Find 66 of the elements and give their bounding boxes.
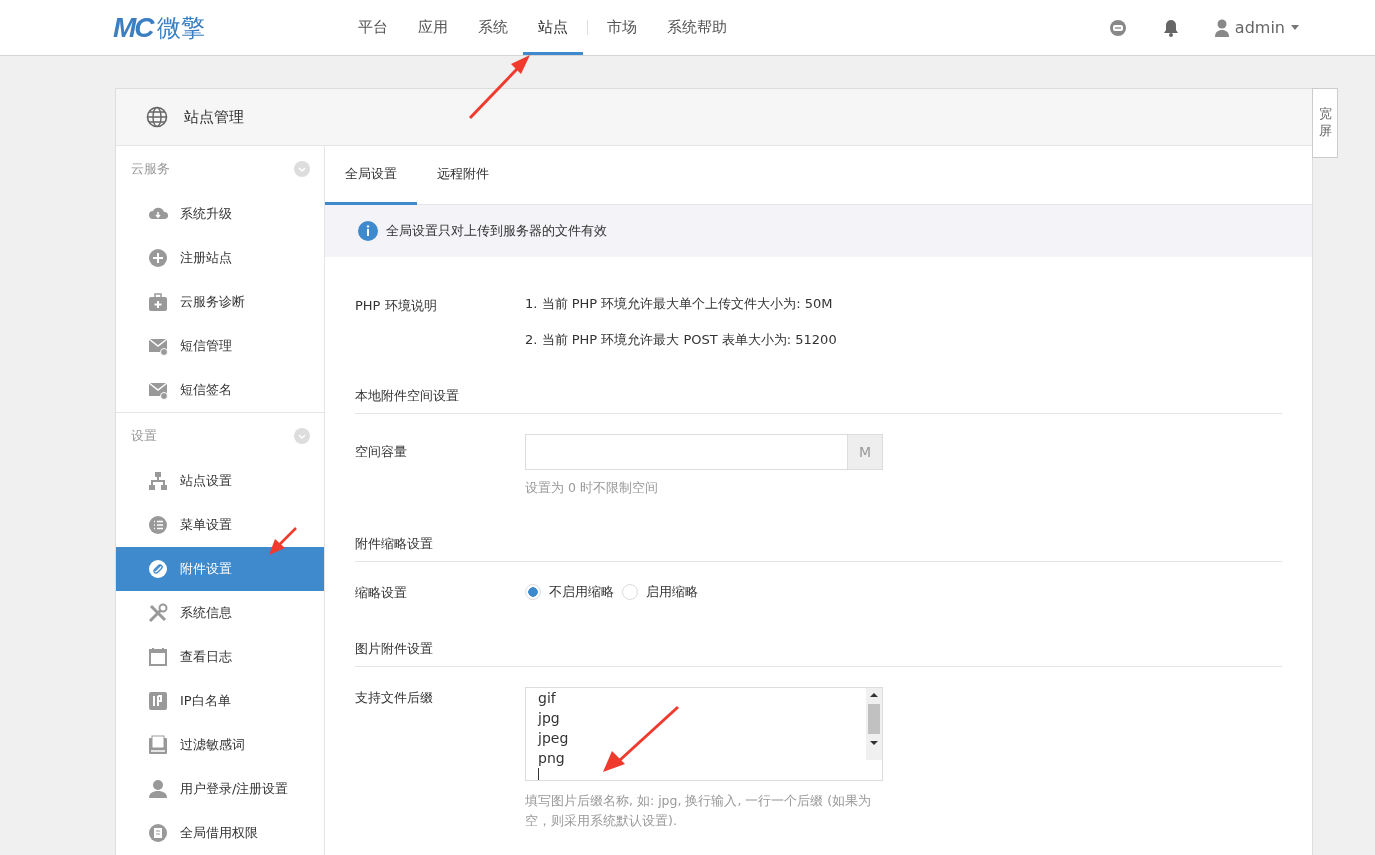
nav-tab[interactable]: 系统 xyxy=(463,3,523,55)
sidebar-item[interactable]: 过滤敏感词 xyxy=(116,723,324,767)
info-text: 1. 当前 PHP 环境允许最大单个上传文件大小为: 50M xyxy=(525,295,834,313)
plus-circle-icon xyxy=(148,248,168,268)
chat-icon[interactable] xyxy=(1108,18,1127,37)
field-label: PHP 环境说明 xyxy=(355,297,438,315)
section-title: 云服务 xyxy=(131,160,170,178)
logo-mark: MC xyxy=(113,11,153,44)
nav-tab[interactable]: 平台 xyxy=(343,3,403,55)
radio-label[interactable]: 不启用缩略 xyxy=(549,583,614,601)
section-heading: 附件缩略设置 xyxy=(355,535,1282,562)
document-icon xyxy=(148,823,168,843)
sidebar-item[interactable]: 用户登录/注册设置 xyxy=(116,767,324,811)
field-label: 缩略设置 xyxy=(355,584,408,602)
wide-screen-button[interactable]: 宽屏 xyxy=(1312,88,1338,158)
user-icon xyxy=(1214,18,1229,37)
sidebar-item[interactable]: 全局借用权限 xyxy=(116,811,324,855)
sidebar-item[interactable]: 查看日志 xyxy=(116,635,324,679)
section-title: 设置 xyxy=(131,427,157,445)
envelope-icon xyxy=(148,380,168,400)
globe-icon xyxy=(146,106,168,128)
link-icon xyxy=(148,559,168,579)
user-icon xyxy=(148,779,168,799)
section-heading: 图片附件设置 xyxy=(355,640,1282,667)
radio-label[interactable]: 启用缩略 xyxy=(646,583,698,601)
nav-tab[interactable]: 系统帮助 xyxy=(652,3,742,55)
sidebar-item[interactable]: 云服务诊断 xyxy=(116,280,324,324)
sidebar-item[interactable]: 注册站点 xyxy=(116,236,324,280)
nav-tab[interactable]: 应用 xyxy=(403,3,463,55)
sidebar-item[interactable]: IP白名单 xyxy=(116,679,324,723)
annotation-arrow xyxy=(468,55,530,120)
tab[interactable]: 远程附件 xyxy=(417,146,509,205)
envelope-icon xyxy=(148,336,168,356)
logo-name: 微擎 xyxy=(156,12,205,44)
scrollbar[interactable] xyxy=(866,688,882,760)
sidebar-item[interactable]: 附件设置 xyxy=(116,547,324,591)
nav-tab[interactable]: 站点 xyxy=(523,3,583,55)
caret-icon xyxy=(1291,25,1299,30)
sidebar-item[interactable]: 短信签名 xyxy=(116,368,324,412)
wrench-icon xyxy=(148,603,168,623)
sidebar-item[interactable]: 系统升级 xyxy=(116,192,324,236)
annotation-arrow xyxy=(269,527,297,555)
field-label: 支持文件后缀 xyxy=(355,689,434,707)
field-label: 空间容量 xyxy=(355,443,408,461)
panel-title: 站点管理 xyxy=(184,107,244,127)
info-text: 2. 当前 PHP 环境允许最大 POST 表单大小为: 51200 xyxy=(525,331,837,349)
sitemap-icon xyxy=(148,471,168,491)
radio-button[interactable] xyxy=(525,584,541,600)
info-icon xyxy=(358,221,378,241)
help-text: 设置为 0 时不限制空间 xyxy=(525,480,659,497)
medical-kit-icon xyxy=(148,292,168,312)
suffix-textarea[interactable]: gif jpg jpeg png xyxy=(525,687,883,781)
document-icon xyxy=(148,735,168,755)
list-icon xyxy=(148,515,168,535)
sidebar-item[interactable]: 短信管理 xyxy=(116,324,324,368)
sidebar-item[interactable]: 站点设置 xyxy=(116,459,324,503)
radio-button[interactable] xyxy=(622,584,638,600)
sidebar-item[interactable]: 菜单设置 xyxy=(116,503,324,547)
bell-icon[interactable] xyxy=(1162,18,1179,37)
user-menu[interactable]: admin xyxy=(1214,18,1299,37)
calendar-icon xyxy=(148,647,168,667)
badge-icon xyxy=(148,691,168,711)
sidebar-item[interactable]: 系统信息 xyxy=(116,591,324,635)
alert-text: 全局设置只对上传到服务器的文件有效 xyxy=(386,222,607,240)
nav-tab[interactable]: 市场 xyxy=(592,3,652,55)
section-heading: 本地附件空间设置 xyxy=(355,387,1282,414)
